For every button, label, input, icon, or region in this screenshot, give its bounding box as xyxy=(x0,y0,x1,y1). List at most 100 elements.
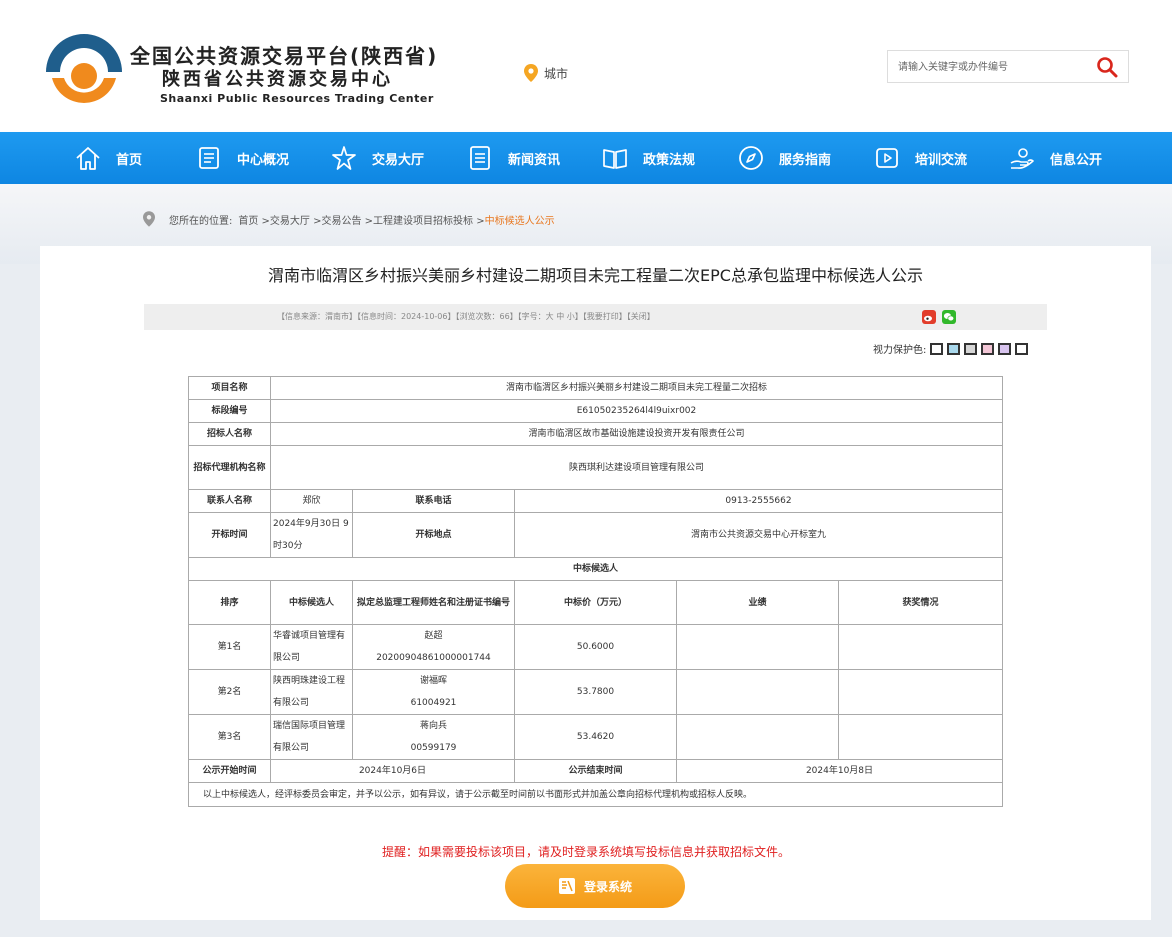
site-logo[interactable] xyxy=(42,34,126,112)
document-icon xyxy=(199,147,219,169)
nav-label: 交易大厅 xyxy=(372,152,425,168)
compass-icon xyxy=(739,146,763,170)
candidates-header: 中标候选人 xyxy=(188,557,1003,581)
col-awards: 获奖情况 xyxy=(838,580,1003,625)
nav-label: 首页 xyxy=(116,152,143,168)
reminder-text: 提醒：如果需要投标该项目，请及时登录系统填写投标信息并获取招标文件。 xyxy=(381,845,790,859)
nav-item-info-disclosure[interactable]: 信息公开 xyxy=(1008,132,1102,184)
candidate-company: 陕西明珠建设工程有限公司 xyxy=(270,669,353,715)
agency-label: 招标代理机构名称 xyxy=(188,445,271,490)
city-label: 城市 xyxy=(544,66,569,81)
login-icon xyxy=(558,878,575,894)
color-swatch-gray[interactable] xyxy=(964,342,978,355)
table-row: 第1名 华睿诚项目管理有限公司 赵超 20200904861000001744 5… xyxy=(188,624,1003,670)
candidate-company: 瑞信国际项目管理有限公司 xyxy=(270,714,353,760)
phone-label: 联系电话 xyxy=(352,489,515,513)
candidate-price: 53.4620 xyxy=(514,714,677,760)
candidate-price: 50.6000 xyxy=(514,624,677,670)
nav-item-news[interactable]: 新闻资讯 xyxy=(466,132,560,184)
contact-label: 联系人名称 xyxy=(188,489,271,513)
book-icon xyxy=(603,149,627,169)
location-pin-icon xyxy=(143,211,155,227)
site-header: 全国公共资源交易平台(陕西省) 陕西省公共资源交易中心 Shaanxi Publ… xyxy=(0,0,1172,132)
search-icon[interactable] xyxy=(1096,56,1118,78)
main-nav: 首页 中心概况 交易大厅 新闻资讯 政策法规 服务指南 培训交流 信息公开 xyxy=(0,132,1172,184)
wechat-share-icon[interactable] xyxy=(942,310,956,324)
engineer-name: 蒋向兵 xyxy=(419,721,447,731)
candidate-performance xyxy=(676,714,839,760)
weibo-share-icon[interactable] xyxy=(922,310,936,324)
hand-icon xyxy=(1010,148,1034,169)
color-swatch-purple[interactable] xyxy=(998,342,1012,355)
nav-item-home[interactable]: 首页 xyxy=(74,132,142,184)
project-name-label: 项目名称 xyxy=(188,376,271,400)
site-title-secondary: 陕西省公共资源交易中心 xyxy=(162,69,393,90)
col-engineer: 拟定总监理工程师姓名和注册证书编号 xyxy=(352,580,515,625)
nav-label: 服务指南 xyxy=(779,152,832,168)
open-time-label: 开标时间 xyxy=(188,512,271,558)
nav-label: 新闻资讯 xyxy=(508,152,561,168)
agency-value: 陕西琪利达建设项目管理有限公司 xyxy=(270,445,1003,490)
color-swatch-white-2[interactable] xyxy=(1015,342,1029,355)
phone-value: 0913-2555662 xyxy=(514,489,1003,513)
col-price: 中标价（万元） xyxy=(514,580,677,625)
eye-protection-colors: 视力保护色: xyxy=(873,341,1029,356)
engineer-name: 谢福晖 xyxy=(419,676,447,686)
open-time-value: 2024年9月30日 9时30分 xyxy=(270,512,353,558)
contact-value: 郑欣 xyxy=(270,489,353,513)
city-selector[interactable]: 城市 xyxy=(524,64,568,82)
candidate-awards xyxy=(838,669,1003,715)
engineer-cert: 20200904861000001744 xyxy=(376,653,491,663)
video-icon xyxy=(876,148,898,168)
engineer-cert: 61004921 xyxy=(410,698,457,708)
tenderer-value: 渭南市临渭区故市基础设施建设投资开发有限责任公司 xyxy=(270,422,1003,446)
candidate-awards xyxy=(838,714,1003,760)
nav-label: 中心概况 xyxy=(237,152,290,168)
color-swatch-blue[interactable] xyxy=(947,342,961,355)
candidate-engineer: 谢福晖 61004921 xyxy=(352,669,515,715)
section-no-label: 标段编号 xyxy=(188,399,271,423)
bid-candidate-table: 项目名称 渭南市临渭区乡村振兴美丽乡村建设二期项目未完工程量二次招标 标段编号 … xyxy=(188,376,1003,807)
candidate-price: 53.7800 xyxy=(514,669,677,715)
table-row: 第3名 瑞信国际项目管理有限公司 蒋向兵 00599179 53.4620 xyxy=(188,714,1003,760)
search-box xyxy=(887,50,1129,83)
article-title: 渭南市临渭区乡村振兴美丽乡村建设二期项目未完工程量二次EPC总承包监理中标候选人… xyxy=(268,266,923,285)
candidate-rank: 第3名 xyxy=(188,714,271,760)
candidate-rank: 第2名 xyxy=(188,669,271,715)
col-rank: 排序 xyxy=(188,580,271,625)
nav-item-service-guide[interactable]: 服务指南 xyxy=(737,132,831,184)
candidate-company: 华睿诚项目管理有限公司 xyxy=(270,624,353,670)
nav-label: 培训交流 xyxy=(915,152,968,168)
breadcrumb-path[interactable]: 首页 >交易大厅 >交易公告 >工程建设项目招标投标 > xyxy=(238,212,484,227)
candidate-rank: 第1名 xyxy=(188,624,271,670)
article-info-bar: 【信息来源：渭南市】【信息时间：2024-10-06】【浏览次数：66】【字号：… xyxy=(144,304,1047,330)
project-name-value: 渭南市临渭区乡村振兴美丽乡村建设二期项目未完工程量二次招标 xyxy=(270,376,1003,400)
nav-item-policy[interactable]: 政策法规 xyxy=(601,132,695,184)
breadcrumb-prefix: 您所在的位置: xyxy=(169,215,233,227)
candidate-engineer: 蒋向兵 00599179 xyxy=(352,714,515,760)
publicity-start-value: 2024年10月6日 xyxy=(270,759,515,783)
login-system-button[interactable]: 登录系统 xyxy=(505,864,685,908)
open-place-label: 开标地点 xyxy=(352,512,515,558)
tenderer-label: 招标人名称 xyxy=(188,422,271,446)
eye-protection-label: 视力保护色: xyxy=(873,345,927,356)
breadcrumb-current: 中标候选人公示 xyxy=(484,215,555,227)
candidate-performance xyxy=(676,624,839,670)
article-meta[interactable]: 【信息来源：渭南市】【信息时间：2024-10-06】【浏览次数：66】【字号：… xyxy=(277,311,655,322)
table-row: 第2名 陕西明珠建设工程有限公司 谢福晖 61004921 53.7800 xyxy=(188,669,1003,715)
nav-item-training[interactable]: 培训交流 xyxy=(873,132,967,184)
nav-item-trading-hall[interactable]: 交易大厅 xyxy=(330,132,424,184)
open-place-value: 渭南市公共资源交易中心开标室九 xyxy=(514,512,1003,558)
site-title-english: Shaanxi Public Resources Trading Center xyxy=(160,92,434,105)
section-no-value: E61050235264l4l9uixr002 xyxy=(270,399,1003,423)
engineer-cert: 00599179 xyxy=(410,743,457,753)
search-input[interactable] xyxy=(898,58,1088,76)
list-icon xyxy=(470,146,490,170)
publicity-end-label: 公示结束时间 xyxy=(514,759,677,783)
color-swatch-white[interactable] xyxy=(930,342,944,355)
candidate-engineer: 赵超 20200904861000001744 xyxy=(352,624,515,670)
color-swatch-pink[interactable] xyxy=(981,342,995,355)
candidate-performance xyxy=(676,669,839,715)
nav-item-about[interactable]: 中心概况 xyxy=(195,132,289,184)
star-icon xyxy=(332,146,356,170)
